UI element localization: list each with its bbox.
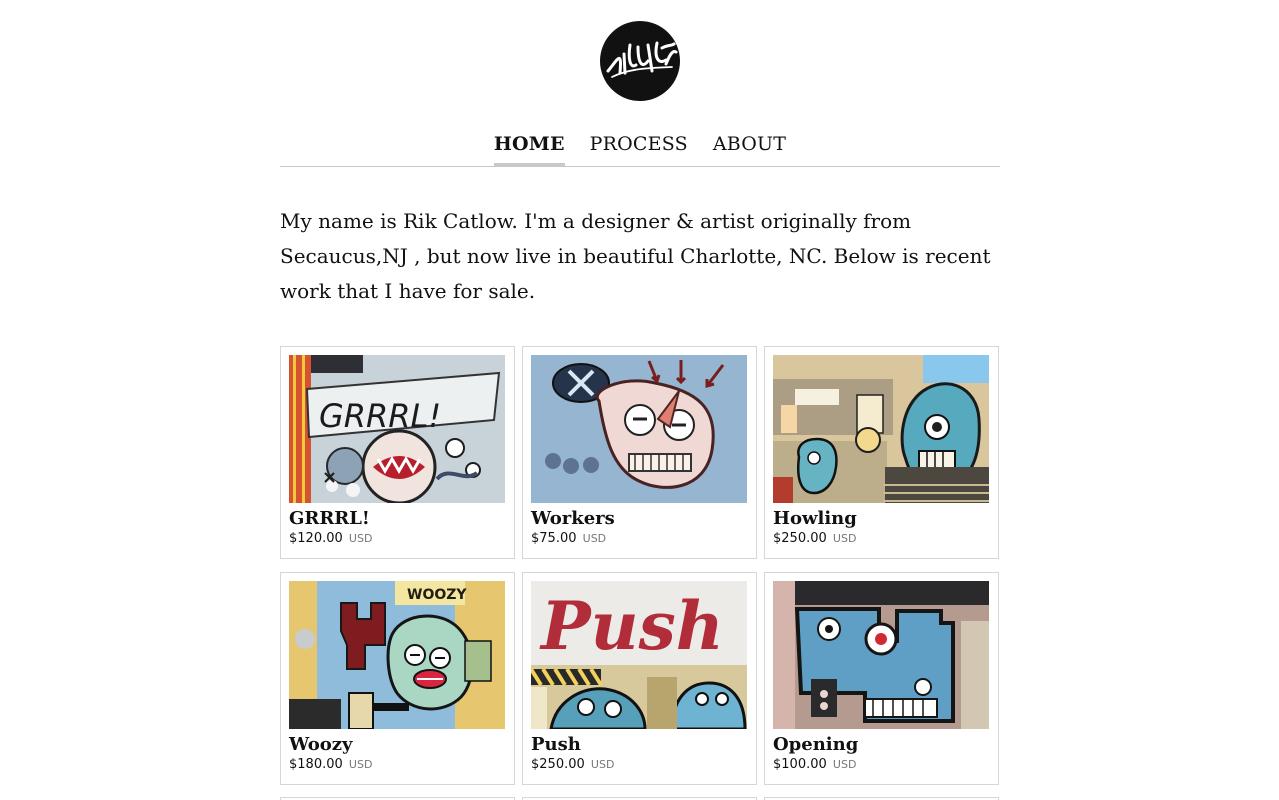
- product-card-push[interactable]: Push Push $250.00 USD: [522, 572, 757, 785]
- product-currency: USD: [590, 758, 615, 771]
- product-image-push: Push: [531, 581, 747, 729]
- product-image-woozy: WOOZY: [289, 581, 505, 729]
- product-image-grrrl: GRRRL!: [289, 355, 505, 503]
- product-currency: USD: [348, 758, 373, 771]
- main-navigation: HOME PROCESS ABOUT: [280, 126, 1000, 167]
- woozy-art-text: WOOZY: [407, 587, 467, 603]
- intro-text: My name is Rik Catlow. I'm a designer & …: [280, 209, 991, 303]
- product-currency: USD: [832, 758, 857, 771]
- product-price: $120.00: [289, 531, 343, 546]
- product-price: $250.00: [531, 757, 585, 772]
- nav-about[interactable]: ABOUT: [713, 126, 786, 166]
- logo-mark-icon: [600, 21, 680, 101]
- product-price: $100.00: [773, 757, 827, 772]
- product-image-opening: [773, 581, 989, 729]
- product-price: $75.00: [531, 531, 577, 546]
- product-price-row: $180.00 USD: [289, 757, 372, 772]
- product-price-row: $120.00 USD: [289, 531, 372, 546]
- product-price-row: $100.00 USD: [773, 757, 856, 772]
- site-logo[interactable]: [600, 21, 680, 101]
- product-image-workers: [531, 355, 747, 503]
- product-price-row: $250.00 USD: [773, 531, 856, 546]
- product-card-opening[interactable]: Opening $100.00 USD: [764, 572, 999, 785]
- product-card-howling[interactable]: Howling $250.00 USD: [764, 346, 999, 559]
- product-currency: USD: [832, 532, 857, 545]
- product-price-row: $75.00 USD: [531, 531, 606, 546]
- product-card-woozy[interactable]: WOOZY Woozy $180.00 USD: [280, 572, 515, 785]
- product-title: Opening: [773, 734, 859, 755]
- push-art-text: Push: [539, 587, 724, 665]
- product-title: Woozy: [289, 734, 353, 755]
- product-title: Workers: [531, 508, 615, 529]
- product-price: $180.00: [289, 757, 343, 772]
- grrrl-art-text: GRRRL!: [319, 397, 441, 435]
- product-card-workers[interactable]: Workers $75.00 USD: [522, 346, 757, 559]
- product-image-howling: [773, 355, 989, 503]
- nav-home[interactable]: HOME: [493, 126, 565, 166]
- product-title: Push: [531, 734, 581, 755]
- product-card-grrrl[interactable]: GRRRL! GRRRL! $120.00 USD: [280, 346, 515, 559]
- product-title: Howling: [773, 508, 857, 529]
- product-title: GRRRL!: [289, 508, 370, 529]
- product-currency: USD: [348, 532, 373, 545]
- product-price-row: $250.00 USD: [531, 757, 614, 772]
- main-nav-list: HOME PROCESS ABOUT: [280, 126, 1000, 166]
- product-price: $250.00: [773, 531, 827, 546]
- product-currency: USD: [582, 532, 607, 545]
- nav-process[interactable]: PROCESS: [590, 126, 688, 166]
- page: HOME PROCESS ABOUT My name is Rik Catlow…: [0, 0, 1279, 800]
